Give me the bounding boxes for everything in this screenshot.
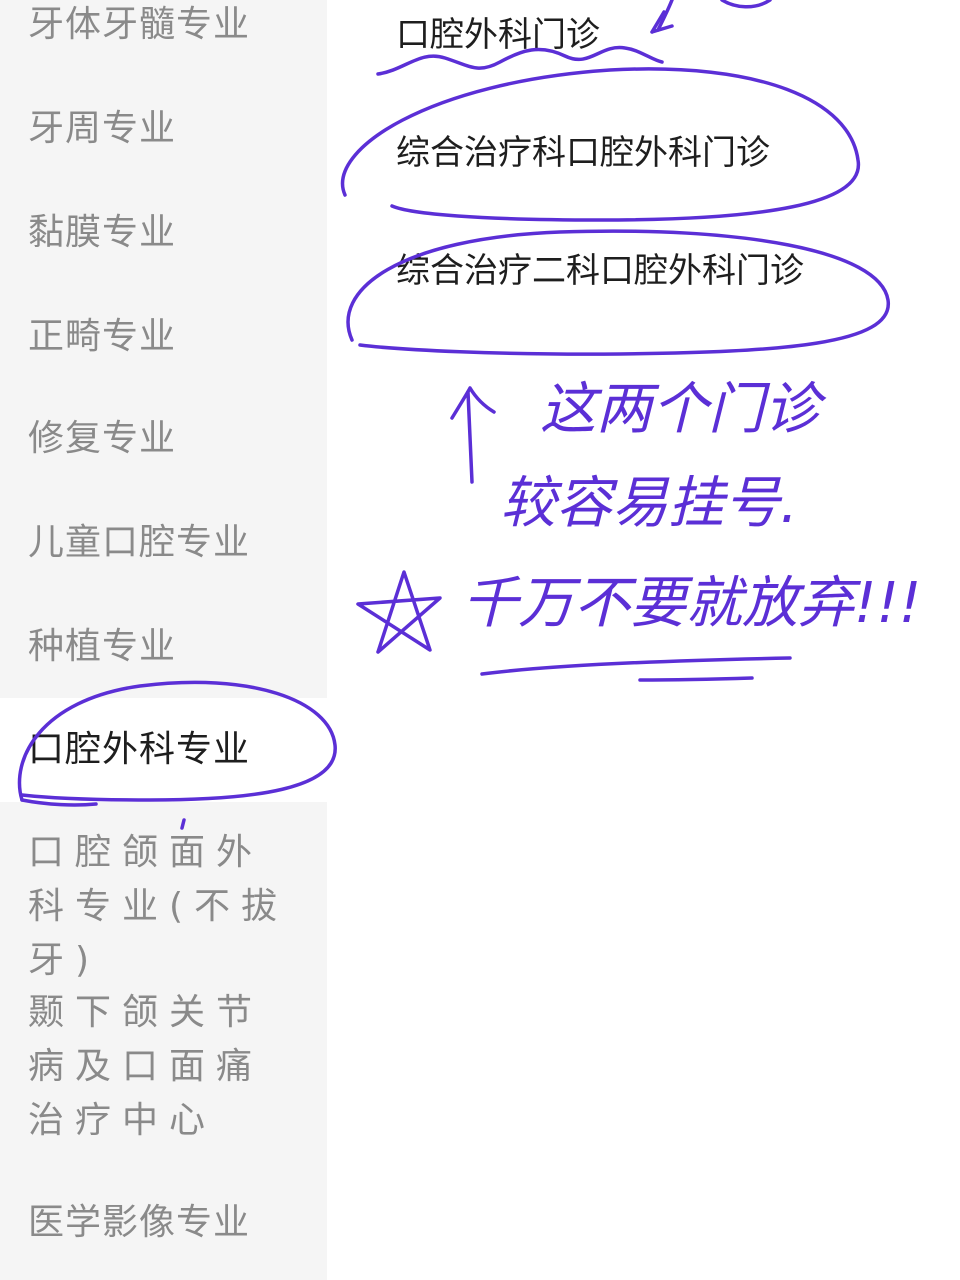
category-sidebar: 牙体牙髓专业 牙周专业 黏膜专业 正畸专业 修复专业 儿童口腔专业 种植专业 口… [0,0,327,1280]
clinic-item-comprehensive-2-oral-surgery[interactable]: 综合治疗二科口腔外科门诊 [396,246,804,296]
scribble-mark-2 [720,0,772,9]
clinic-item-comprehensive-oral-surgery[interactable]: 综合治疗科口腔外科门诊 [396,128,770,178]
scribble-mark [656,0,674,32]
underline-mark [480,656,792,676]
sidebar-item-tmj-center[interactable]: 颞下颌关节病及口面痛治疗中心 [0,986,327,1148]
sidebar-item-pediatric[interactable]: 儿童口腔专业 [0,516,327,570]
sidebar-item-endodontics[interactable]: 牙体牙髓专业 [0,0,327,52]
up-arrow-head [450,386,496,420]
handwritten-note-line-2: 较容易挂号. [500,471,798,536]
underline-mark-2 [638,676,754,682]
sidebar-item-implant[interactable]: 种植专业 [0,620,327,674]
sidebar-item-oral-mucosa[interactable]: 黏膜专业 [0,206,327,260]
star-mark [356,570,442,654]
sidebar-item-maxillofacial-surgery[interactable]: 口腔颌面外科专业(不拔牙) [0,826,327,988]
sidebar-item-oral-surgery[interactable]: 口腔外科专业 [0,698,327,802]
clinic-item-oral-surgery[interactable]: 口腔外科门诊 [396,10,600,60]
up-arrow-mark [466,390,474,484]
sidebar-item-prosthodontics[interactable]: 修复专业 [0,412,327,466]
sidebar-item-orthodontics[interactable]: 正畸专业 [0,310,327,364]
sidebar-item-periodontics[interactable]: 牙周专业 [0,102,327,156]
handwritten-note-line-3: 千万不要就放弃!!! [462,571,921,636]
arrow-mark [650,10,674,34]
sidebar-item-medical-imaging[interactable]: 医学影像专业 [0,1196,327,1250]
handwritten-note-line-1: 这两个门诊 [540,377,827,442]
